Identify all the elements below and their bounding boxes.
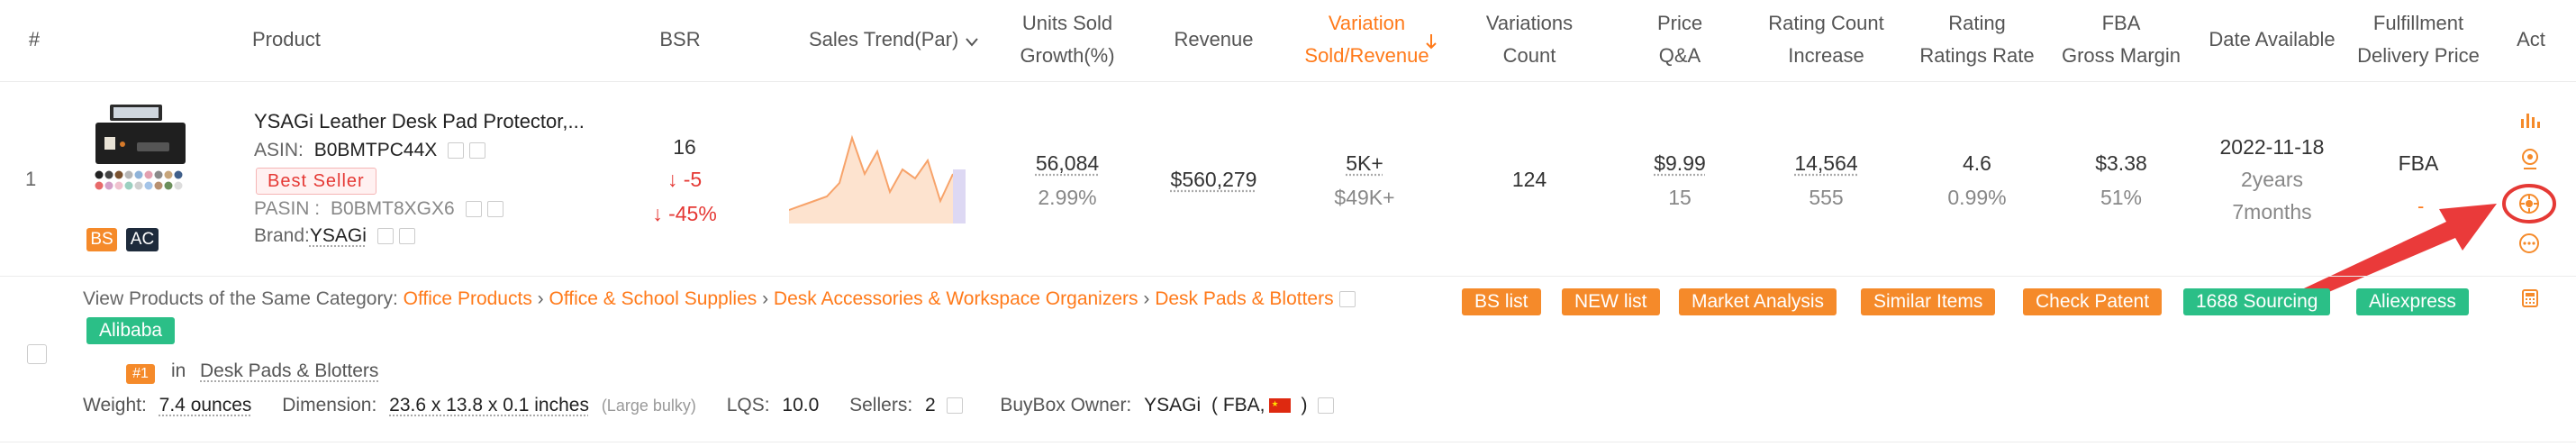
col-bsr-header[interactable]: BSR — [639, 23, 721, 56]
details-line: Weight: 7.4 ounces Dimension: 23.6 x 13.… — [83, 395, 1335, 416]
col-act-header: Act — [2517, 28, 2545, 50]
china-flag-icon: ★ — [1268, 398, 1291, 414]
category-link-2[interactable]: Office & School Supplies — [549, 288, 757, 309]
col-product-header[interactable]: Product — [252, 23, 321, 56]
category-link-1[interactable]: Office Products — [404, 288, 532, 309]
external-link-icon[interactable] — [1338, 291, 1356, 308]
bs-list-button[interactable]: BS list — [1462, 288, 1541, 315]
bsr-change: ↓ -5 — [667, 168, 703, 191]
chevron-right-icon: › — [1138, 288, 1156, 309]
aliexpress-button[interactable]: Aliexpress — [2356, 288, 2469, 315]
sort-down-icon[interactable] — [1425, 32, 1438, 50]
col-sales-trend-header[interactable]: Sales Trend(Par) — [809, 23, 985, 56]
bs-badge: BS — [86, 228, 117, 251]
rank-category[interactable]: Desk Pads & Blotters — [200, 360, 378, 382]
col-variations-count-header[interactable]: Variations Count — [1466, 7, 1592, 72]
copy-icon[interactable] — [465, 201, 482, 218]
gross-margin: 51% — [2100, 186, 2143, 209]
brand-value[interactable]: YSAGi — [310, 225, 367, 246]
category-breadcrumb: View Products of the Same Category: Offi… — [83, 288, 1356, 310]
price-value: $9.99 — [1654, 151, 1706, 175]
copy-icon[interactable] — [448, 142, 465, 160]
lqs-value: 10.0 — [782, 395, 820, 415]
col-rating-count-header[interactable]: Rating Count Increase — [1752, 7, 1900, 72]
dimension-value: 23.6 x 13.8 x 0.1 inches — [389, 395, 589, 415]
ac-badge: AC — [126, 228, 159, 251]
weight-value: 7.4 ounces — [159, 395, 252, 415]
arrow-down-icon: ↓ — [652, 202, 669, 225]
sellers-value: 2 — [925, 395, 936, 415]
best-seller-badge: Best Seller — [256, 168, 376, 195]
row-index: 1 — [25, 168, 37, 190]
variation-sold: 5K+ — [1346, 151, 1383, 175]
external-link-icon[interactable] — [486, 201, 503, 218]
col-fulfillment-header[interactable]: Fulfillment Delivery Price — [2351, 7, 2486, 72]
fulfillment-value: FBA — [2398, 151, 2439, 175]
bar-chart-icon[interactable] — [2518, 110, 2542, 130]
qa-count: 15 — [1668, 186, 1692, 209]
sales-trend-chart[interactable] — [789, 130, 966, 229]
rating-count: 14,564 — [1794, 151, 1858, 175]
pasin-value[interactable]: B0BMT8XGX6 — [331, 198, 455, 219]
copy-icon[interactable] — [376, 228, 394, 245]
row-divider — [0, 276, 2576, 277]
bsr-value: 16 — [673, 135, 696, 159]
growth-pct: 2.99% — [1038, 186, 1097, 209]
brand-line: Brand:YSAGi — [254, 225, 415, 247]
category-link-3[interactable]: Desk Accessories & Workspace Organizers — [774, 288, 1138, 309]
rank-in-text: in — [171, 360, 186, 381]
header-divider — [0, 81, 2576, 82]
col-date-header[interactable]: Date Available — [2198, 23, 2346, 56]
variation-revenue: $49K+ — [1334, 186, 1395, 209]
sales-trend-area — [789, 138, 953, 224]
fba-fee: $3.38 — [2095, 151, 2147, 175]
col-index-header: # — [28, 28, 41, 50]
variations-count: 124 — [1511, 168, 1547, 191]
settings-icon[interactable] — [2517, 192, 2541, 215]
product-title[interactable]: YSAGi Leather Desk Pad Protector,... — [254, 110, 585, 133]
category-link-4[interactable]: Desk Pads & Blotters — [1155, 288, 1333, 309]
chevron-down-icon — [965, 38, 978, 47]
col-fba-header[interactable]: FBA Gross Margin — [2054, 7, 2189, 72]
1688-sourcing-button[interactable]: 1688 Sourcing — [2183, 288, 2331, 315]
bsr-change-pct: ↓ -45% — [652, 202, 717, 225]
external-link-icon[interactable] — [398, 228, 415, 245]
chevron-right-icon: › — [757, 288, 774, 309]
rank-badge: #1 — [126, 364, 155, 384]
col-variation-header[interactable]: Variation Sold/Revenue — [1288, 7, 1446, 72]
revenue-value: $560,279 — [1170, 168, 1257, 191]
external-link-icon[interactable] — [1318, 397, 1335, 415]
desk-pad-image — [95, 105, 186, 190]
col-revenue-header[interactable]: Revenue — [1162, 23, 1265, 56]
similar-items-button[interactable]: Similar Items — [1861, 288, 1996, 315]
asin-line: ASIN: B0BMTPC44X — [254, 140, 486, 161]
date-available: 2022-11-18 — [2219, 135, 2325, 159]
market-analysis-button[interactable]: Market Analysis — [1679, 288, 1837, 315]
external-link-icon[interactable] — [469, 142, 486, 160]
row-checkbox[interactable] — [27, 344, 47, 364]
units-sold: 56,084 — [1035, 151, 1100, 175]
location-pin-icon[interactable] — [2519, 148, 2541, 171]
rating-value: 4.6 — [1963, 151, 1991, 175]
product-image[interactable] — [90, 101, 191, 195]
external-link-icon[interactable] — [946, 397, 963, 415]
buybox-owner[interactable]: YSAGi — [1144, 395, 1201, 415]
dimension-note: (Large bulky) — [601, 397, 696, 415]
arrow-down-icon: ↓ — [667, 168, 684, 191]
pasin-line: PASIN : B0BMT8XGX6 — [254, 198, 503, 220]
rating-rate: 0.99% — [1947, 186, 2007, 209]
col-price-header[interactable]: Price Q&A — [1630, 7, 1729, 72]
more-icon[interactable] — [2518, 233, 2540, 254]
check-patent-button[interactable]: Check Patent — [2023, 288, 2163, 315]
chevron-right-icon: › — [531, 288, 549, 309]
col-units-growth-header[interactable]: Units Sold Growth(%) — [1000, 7, 1135, 72]
rating-increase: 555 — [1809, 186, 1844, 209]
asin-value[interactable]: B0BMTPC44X — [314, 140, 438, 160]
calculator-icon[interactable] — [2520, 288, 2540, 308]
new-list-button[interactable]: NEW list — [1562, 288, 1660, 315]
alibaba-button[interactable]: Alibaba — [86, 317, 176, 344]
sales-trend-highlight — [953, 169, 966, 224]
col-rating-header[interactable]: Rating Ratings Rate — [1909, 7, 2045, 72]
